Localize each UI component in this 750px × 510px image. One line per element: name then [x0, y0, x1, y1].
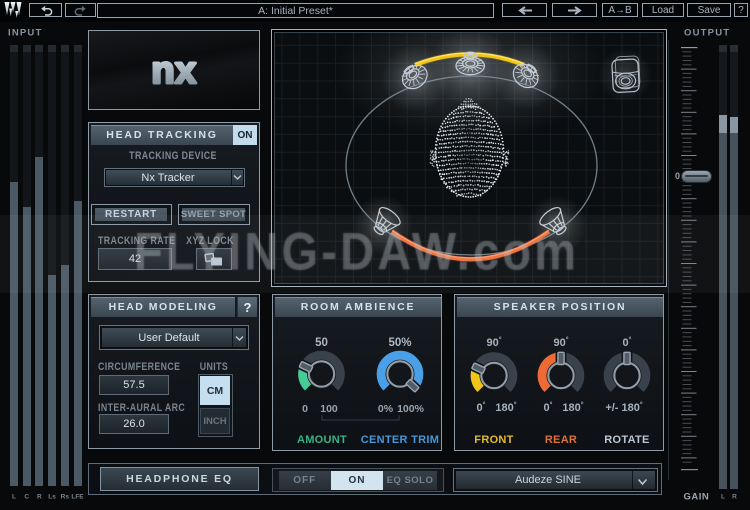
svg-text:nx: nx: [151, 50, 196, 92]
